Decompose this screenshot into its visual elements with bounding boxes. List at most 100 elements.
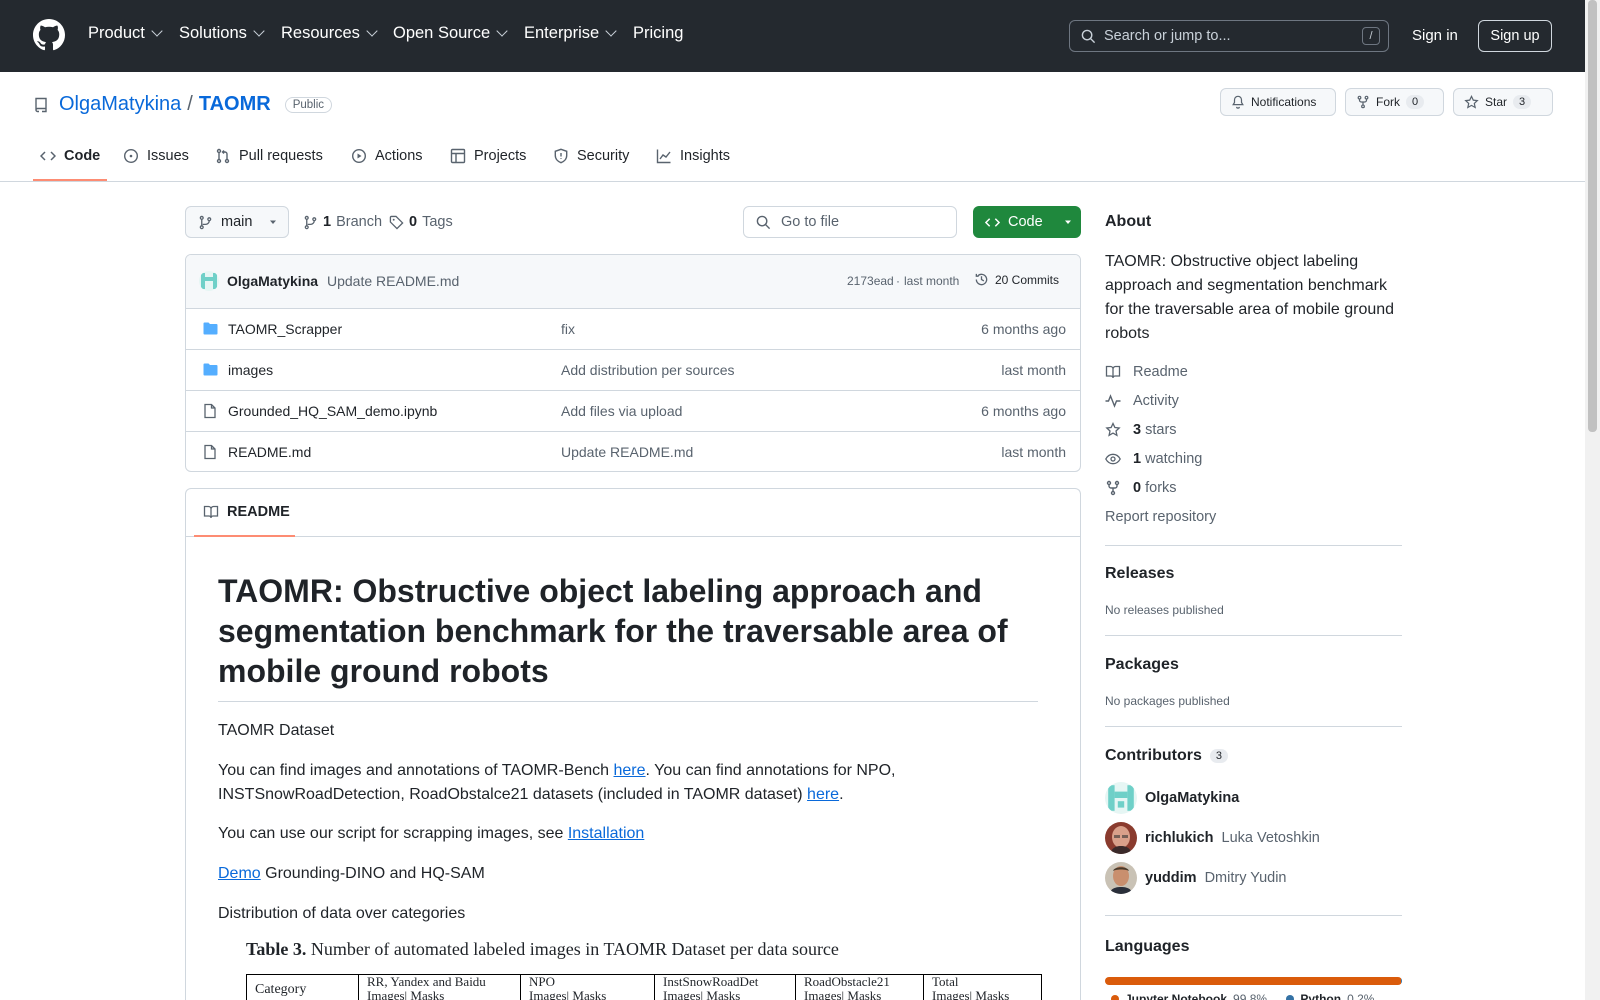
branch-label: Branch: [336, 214, 383, 230]
nav-open-source[interactable]: Open Source: [393, 24, 508, 43]
fork-button[interactable]: Fork 0: [1345, 88, 1444, 116]
graph-icon: [656, 149, 671, 164]
avatar[interactable]: [1105, 822, 1137, 854]
branch-select[interactable]: main: [185, 206, 289, 238]
file-commit-message[interactable]: Add files via upload: [561, 403, 682, 419]
search-icon: [1081, 29, 1096, 44]
readme-tab[interactable]: README: [203, 504, 290, 520]
commit-dot: ·: [896, 274, 900, 288]
activity-link[interactable]: Activity: [1105, 393, 1179, 409]
file-commit-message[interactable]: fix: [561, 321, 575, 337]
file-row[interactable]: README.md Update README.md last month: [186, 431, 1080, 471]
language-bar-segment-jupyter: [1105, 977, 1402, 985]
commits-link[interactable]: 20 Commits: [974, 272, 1059, 287]
commit-author[interactable]: OlgaMatykina: [227, 273, 318, 289]
repo-name-link[interactable]: TAOMR: [199, 93, 271, 116]
tab-projects[interactable]: Projects: [450, 148, 526, 164]
bench-here-link[interactable]: here: [614, 762, 646, 779]
file-name[interactable]: README.md: [228, 444, 311, 460]
sidebar-divider: [1105, 545, 1402, 546]
file-row[interactable]: Grounded_HQ_SAM_demo.ipynb Add files via…: [186, 390, 1080, 431]
go-to-file-input[interactable]: Go to file: [743, 206, 957, 238]
sign-in-link[interactable]: Sign in: [1412, 27, 1458, 44]
tag-count: 0: [409, 214, 418, 230]
page-scrollbar[interactable]: [1585, 0, 1600, 1000]
contributor-login[interactable]: yuddim: [1145, 870, 1197, 886]
languages-list: Jupyter Notebook 99.8% Python 0.2%: [1105, 992, 1402, 1000]
tab-actions-label: Actions: [375, 148, 423, 164]
tab-insights-label: Insights: [680, 148, 730, 164]
contributor-item[interactable]: richlukich Luka Vetoshkin: [1105, 822, 1320, 854]
installation-link[interactable]: Installation: [568, 825, 645, 842]
commit-hash[interactable]: 2173ead: [847, 274, 894, 288]
code-icon: [985, 217, 1000, 227]
nav-product[interactable]: Product: [88, 24, 163, 43]
readme-text: You can use our script for scrapping ima…: [218, 825, 568, 842]
forks-link[interactable]: 0 forks: [1105, 480, 1177, 496]
fork-icon: [1357, 95, 1369, 109]
file-name[interactable]: Grounded_HQ_SAM_demo.ipynb: [228, 403, 437, 419]
table-header-label: RR, Yandex and Baidu: [367, 974, 486, 989]
table-subheader: Images: [804, 988, 842, 1000]
contributor-login[interactable]: richlukich: [1145, 830, 1214, 846]
code-dropdown-button[interactable]: Code: [973, 206, 1081, 238]
nav-resources[interactable]: Resources: [281, 24, 378, 43]
file-list: OlgaMatykina Update README.md 2173ead · …: [185, 254, 1081, 472]
avatar[interactable]: [1105, 782, 1137, 814]
notifications-button[interactable]: Notifications: [1220, 88, 1336, 116]
file-row[interactable]: images Add distribution per sources last…: [186, 349, 1080, 390]
nav-pricing[interactable]: Pricing: [633, 24, 683, 43]
tab-insights[interactable]: Insights: [656, 148, 730, 164]
file-row[interactable]: TAOMR_Scrapper fix 6 months ago: [186, 308, 1080, 349]
file-name[interactable]: images: [228, 362, 273, 378]
file-icon: [204, 403, 216, 419]
tab-code-label: Code: [64, 148, 101, 164]
readme-link[interactable]: Readme: [1105, 364, 1188, 380]
releases-heading[interactable]: Releases: [1105, 565, 1174, 583]
chevron-down-icon: [253, 25, 265, 37]
nav-solutions[interactable]: Solutions: [179, 24, 265, 43]
shield-icon: [554, 148, 568, 164]
file-commit-message[interactable]: Add distribution per sources: [561, 362, 735, 378]
contributor-item[interactable]: yuddim Dmitry Yudin: [1105, 862, 1287, 894]
contributors-heading[interactable]: Contributors 3: [1105, 747, 1228, 765]
report-repository-link[interactable]: Report repository: [1105, 509, 1216, 525]
watching-link[interactable]: 1 watching: [1105, 451, 1202, 467]
language-item[interactable]: Python 0.2%: [1286, 992, 1374, 1000]
code-button-label: Code: [1008, 214, 1043, 230]
nav-enterprise[interactable]: Enterprise: [524, 24, 617, 43]
branches-link[interactable]: 1 Branch: [303, 214, 382, 230]
tab-pull-requests[interactable]: Pull requests: [215, 148, 323, 164]
watching-count: 1: [1133, 451, 1142, 467]
folder-icon: [203, 322, 218, 335]
stars-link[interactable]: 3 stars: [1105, 422, 1177, 438]
table-header-cell: NPO Images| Masks: [520, 974, 655, 1000]
file-commit-message[interactable]: Update README.md: [561, 444, 693, 460]
packages-heading[interactable]: Packages: [1105, 656, 1179, 674]
tab-issues-label: Issues: [147, 148, 189, 164]
tags-link[interactable]: 0 Tags: [389, 214, 453, 230]
star-button[interactable]: Star 3: [1453, 88, 1553, 116]
language-item[interactable]: Jupyter Notebook 99.8%: [1111, 992, 1267, 1000]
activity-link-label: Activity: [1133, 393, 1179, 409]
readme-header: README: [186, 489, 1080, 537]
scrollbar-thumb[interactable]: [1588, 0, 1597, 432]
file-name[interactable]: TAOMR_Scrapper: [228, 321, 342, 337]
github-logo-icon[interactable]: [33, 19, 65, 51]
search-input[interactable]: Search or jump to... /: [1069, 20, 1389, 52]
tab-projects-label: Projects: [474, 148, 527, 164]
contributor-item[interactable]: OlgaMatykina: [1105, 782, 1239, 814]
language-name: Jupyter Notebook: [1125, 992, 1228, 1000]
tab-actions[interactable]: Actions: [351, 148, 423, 164]
avatar[interactable]: [1105, 862, 1137, 894]
commit-message[interactable]: Update README.md: [327, 273, 459, 289]
tab-security[interactable]: Security: [553, 148, 629, 164]
contributor-login[interactable]: OlgaMatykina: [1145, 790, 1239, 806]
demo-link[interactable]: Demo: [218, 865, 261, 882]
annotations-here-link[interactable]: here: [807, 786, 839, 803]
tab-issues[interactable]: Issues: [123, 148, 189, 164]
tab-code[interactable]: Code: [40, 148, 100, 164]
repo-owner-link[interactable]: OlgaMatykina: [59, 93, 181, 116]
author-avatar[interactable]: [199, 271, 219, 291]
sign-up-button[interactable]: Sign up: [1478, 20, 1552, 52]
